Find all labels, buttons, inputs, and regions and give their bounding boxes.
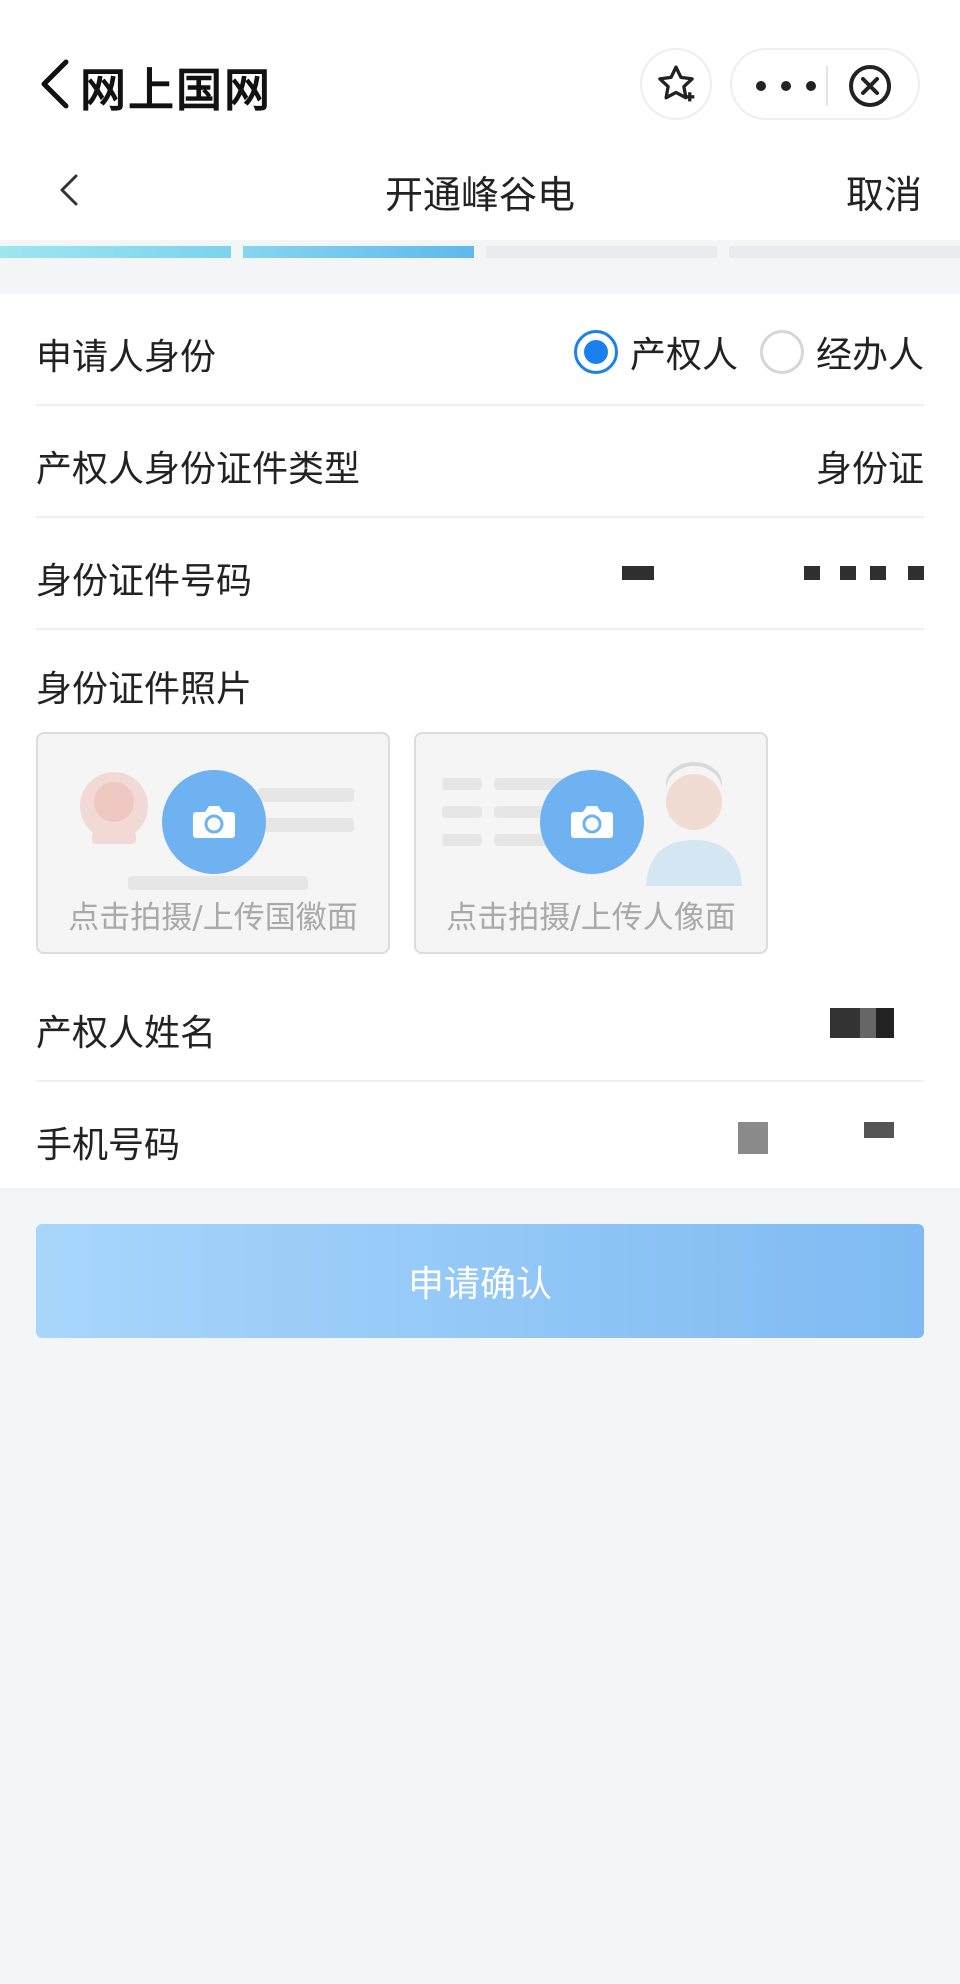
favorite-button[interactable] [640,48,712,120]
redaction-block [840,566,856,580]
placeholder-line [442,834,482,846]
redaction-block [860,1008,876,1038]
id-number-masked-value [622,566,924,580]
capsule-divider [826,66,828,106]
id-photo-label: 身份证件照片 [36,669,253,710]
redaction-block [622,566,654,580]
mini-program-bar: 网上国网 [0,0,960,140]
radio-owner-label: 产权人 [629,335,738,376]
phone-label: 手机号码 [36,1125,181,1166]
upload-portrait-text: 点击拍摄/上传人像面 [446,900,736,936]
application-form: 申请人身份 产权人 经办人 产权人身份证件类型 身份证 身份证件号码 身份证件照… [0,294,960,1188]
id-number-row[interactable]: 身份证件号码 [36,518,924,630]
national-emblem-icon [80,772,148,844]
upload-emblem-side[interactable]: 点击拍摄/上传国徽面 [36,732,390,954]
placeholder-line [442,778,482,790]
id-number-label: 身份证件号码 [36,561,253,602]
applicant-identity-radios: 产权人 经办人 [552,326,924,378]
redaction-block [876,1008,894,1038]
camera-button[interactable] [162,770,266,874]
step-2 [243,246,474,258]
owner-name-label: 产权人姓名 [36,1013,217,1054]
redaction-block [908,566,924,580]
cancel-button[interactable]: 取消 [846,164,922,219]
placeholder-line [258,818,354,832]
redaction-block [870,566,886,580]
camera-icon [571,806,613,838]
upload-portrait-side[interactable]: 点击拍摄/上传人像面 [414,732,768,954]
id-type-row[interactable]: 产权人身份证件类型 身份证 [36,406,924,518]
redaction-block [830,1008,860,1038]
step-1 [0,246,231,258]
phone-row[interactable]: 手机号码 [36,1082,924,1194]
step-4 [729,246,960,258]
placeholder-line [442,806,482,818]
submit-confirm-button[interactable]: 申请确认 [36,1224,924,1338]
step-progress [0,246,960,258]
placeholder-line [128,876,308,890]
applicant-identity-row: 申请人身份 产权人 经办人 [36,294,924,406]
close-icon[interactable] [846,62,894,110]
star-icon [658,65,695,102]
back-arrow-icon[interactable] [36,56,76,112]
radio-checked-icon [573,330,618,374]
redaction-block [804,566,820,580]
radio-unchecked-icon [759,330,804,374]
redaction-block [864,1122,894,1138]
portrait-icon [646,762,742,886]
radio-agent-label: 经办人 [815,335,924,376]
radio-agent[interactable]: 经办人 [759,326,924,378]
id-type-value[interactable]: 身份证 [816,440,924,492]
page-title: 开通峰谷电 [384,173,575,217]
phone-masked-value [738,1122,894,1154]
owner-name-row[interactable]: 产权人姓名 [36,970,924,1082]
capsule-menu [730,48,920,120]
id-type-label: 产权人身份证件类型 [36,449,361,490]
more-icon[interactable] [756,72,816,100]
applicant-identity-label: 申请人身份 [36,337,217,378]
radio-owner[interactable]: 产权人 [573,326,738,378]
step-3 [486,246,717,258]
camera-icon [193,806,235,838]
redaction-block [738,1122,768,1154]
mini-program-title: 网上国网 [80,63,272,117]
page-nav: 开通峰谷电 取消 [0,140,960,240]
upload-emblem-text: 点击拍摄/上传国徽面 [68,900,358,936]
camera-button[interactable] [540,770,644,874]
placeholder-line [258,788,354,802]
owner-name-masked-value [830,1008,894,1038]
